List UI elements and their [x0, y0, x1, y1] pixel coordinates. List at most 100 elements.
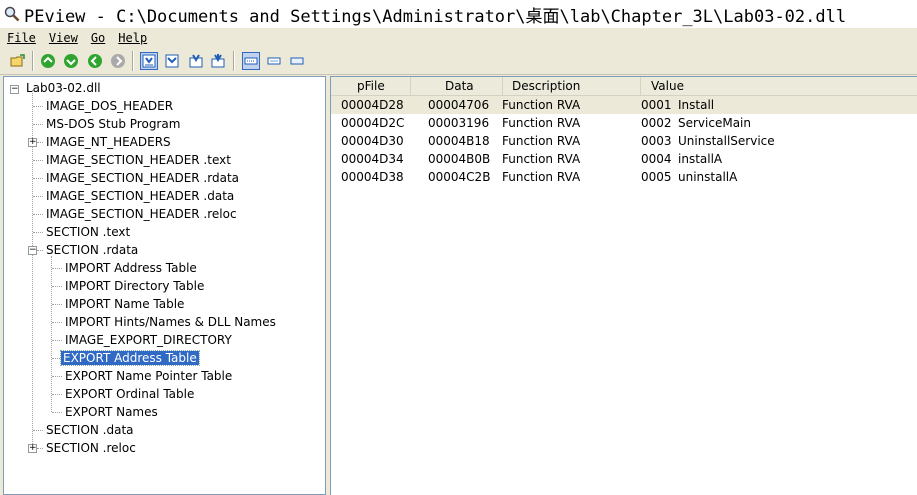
tree-guide — [52, 286, 62, 287]
tree-item-section-header-text[interactable]: IMAGE_SECTION_HEADER .text — [44, 151, 233, 169]
tree-item-export-address-table[interactable]: EXPORT Address Table — [60, 349, 200, 367]
column-header-label: Description — [512, 79, 581, 93]
cell-name: uninstallA — [678, 170, 738, 184]
tree-guide — [33, 160, 43, 161]
table-row[interactable]: 00004D30 00004B18 Function RVA 0003 Unin… — [331, 132, 917, 150]
tree-item-export-names[interactable]: EXPORT Names — [63, 403, 160, 421]
tree-item-label: SECTION .text — [46, 225, 131, 239]
cell-pfile: 00004D38 — [341, 170, 404, 184]
table-row[interactable]: 00004D28 00004706 Function RVA 0001 Inst… — [331, 96, 917, 114]
column-header-label: pFile — [357, 79, 385, 93]
cell-name: Install — [678, 98, 715, 112]
cell-description: Function RVA — [502, 170, 581, 184]
down-icon[interactable] — [62, 52, 80, 70]
tree-guide — [52, 412, 62, 413]
menu-file[interactable]: File — [7, 31, 36, 45]
menu-go-label: Go — [90, 31, 106, 45]
table-row[interactable]: 00004D34 00004B0B Function RVA 0004 inst… — [331, 150, 917, 168]
toolbar-separator — [132, 51, 134, 71]
cell-description: Function RVA — [502, 134, 581, 148]
collapse-icon[interactable]: − — [10, 85, 19, 94]
column-header-data[interactable]: Data — [411, 77, 503, 95]
tree-item-section-reloc[interactable]: SECTION .reloc — [44, 439, 138, 457]
table-row[interactable]: 00004D38 00004C2B Function RVA 0005 unin… — [331, 168, 917, 186]
menu-go[interactable]: Go — [91, 31, 105, 45]
menu-help-label: Help — [118, 31, 148, 45]
tree-guide — [52, 304, 62, 305]
expand-icon[interactable]: + — [28, 444, 37, 453]
tree-guide — [33, 124, 43, 125]
menu-view[interactable]: View — [49, 31, 78, 45]
column-header-value[interactable]: Value — [641, 77, 917, 95]
view-byte-icon[interactable] — [140, 52, 158, 70]
view-dword-icon[interactable] — [187, 52, 205, 70]
tree-guide — [33, 214, 43, 215]
cell-data: 00004B0B — [428, 152, 491, 166]
tree-item-label: IMPORT Directory Table — [65, 279, 205, 293]
view-text-icon[interactable] — [288, 52, 306, 70]
cell-name: UninstallService — [678, 134, 775, 148]
tree-item-import-name-table[interactable]: IMPORT Name Table — [63, 295, 186, 313]
window-title: PEview - C:\Documents and Settings\Admin… — [24, 6, 847, 27]
menu-bar: File View Go Help — [0, 28, 917, 48]
cell-pfile: 00004D28 — [341, 98, 404, 112]
tree-item-section-header-rdata[interactable]: IMAGE_SECTION_HEADER .rdata — [44, 169, 241, 187]
cell-description: Function RVA — [502, 98, 581, 112]
tree-item-import-hints-names[interactable]: IMPORT Hints/Names & DLL Names — [63, 313, 278, 331]
column-header-pfile[interactable]: pFile — [331, 77, 411, 95]
menu-help[interactable]: Help — [118, 31, 147, 45]
tree-item-label: EXPORT Address Table — [60, 350, 200, 366]
cell-ordinal: 0001 — [641, 98, 672, 112]
tree-item-import-address-table[interactable]: IMPORT Address Table — [63, 259, 199, 277]
data-pane[interactable]: pFile Data Description Value 00004D28 00… — [330, 76, 917, 495]
tree-item-section-data[interactable]: SECTION .data — [44, 421, 136, 439]
tree-item-section-header-data[interactable]: IMAGE_SECTION_HEADER .data — [44, 187, 236, 205]
toolbar — [0, 48, 917, 75]
cell-ordinal: 0003 — [641, 134, 672, 148]
view-list-icon[interactable] — [242, 52, 260, 70]
tree-item-section-rdata[interactable]: SECTION .rdata — [44, 241, 140, 259]
cell-name: installA — [678, 152, 723, 166]
up-icon[interactable] — [39, 52, 57, 70]
cell-data: 00004B18 — [428, 134, 490, 148]
tree-guide — [52, 376, 62, 377]
tree-guide — [33, 232, 43, 233]
tree-item-export-ordinal-table[interactable]: EXPORT Ordinal Table — [63, 385, 196, 403]
collapse-icon[interactable]: − — [28, 246, 37, 255]
view-word-icon[interactable] — [163, 52, 181, 70]
tree-item-image-dos-header[interactable]: IMAGE_DOS_HEADER — [44, 97, 175, 115]
tree-item-export-name-pointer-table[interactable]: EXPORT Name Pointer Table — [63, 367, 234, 385]
tree-item-label: IMAGE_SECTION_HEADER .rdata — [46, 171, 239, 185]
tree-item-section-header-reloc[interactable]: IMAGE_SECTION_HEADER .reloc — [44, 205, 239, 223]
tree-item-label: SECTION .reloc — [46, 441, 136, 455]
open-folder-icon[interactable] — [9, 52, 27, 70]
column-header-label: Data — [445, 79, 474, 93]
column-header-description[interactable]: Description — [503, 77, 641, 95]
cell-description: Function RVA — [502, 152, 581, 166]
tree-item-label: IMAGE_SECTION_HEADER .data — [46, 189, 235, 203]
table-row[interactable]: 00004D2C 00003196 Function RVA 0002 Serv… — [331, 114, 917, 132]
title-bar: PEview - C:\Documents and Settings\Admin… — [0, 0, 917, 28]
view-qword-icon[interactable] — [209, 52, 227, 70]
expand-icon[interactable]: + — [28, 138, 37, 147]
tree-item-label: IMAGE_SECTION_HEADER .text — [46, 153, 231, 167]
tree-item-import-directory-table[interactable]: IMPORT Directory Table — [63, 277, 206, 295]
tree-guide — [33, 430, 43, 431]
tree-root[interactable]: Lab03-02.dll — [24, 79, 103, 97]
tree-item-ms-dos-stub[interactable]: MS-DOS Stub Program — [44, 115, 182, 133]
menu-file-label: File — [7, 31, 36, 45]
forward-icon[interactable] — [109, 52, 127, 70]
tree-item-image-export-directory[interactable]: IMAGE_EXPORT_DIRECTORY — [63, 331, 234, 349]
tree-item-label: EXPORT Ordinal Table — [65, 387, 195, 401]
toolbar-separator — [233, 51, 235, 71]
tree-item-image-nt-headers[interactable]: IMAGE_NT_HEADERS — [44, 133, 173, 151]
cell-ordinal: 0002 — [641, 116, 672, 130]
tree-item-section-text[interactable]: SECTION .text — [44, 223, 132, 241]
back-icon[interactable] — [86, 52, 104, 70]
tree-item-label: MS-DOS Stub Program — [46, 117, 181, 131]
view-hex-icon[interactable] — [265, 52, 283, 70]
tree-pane[interactable]: − Lab03-02.dll IMAGE_DOS_HEADER MS-DOS S… — [3, 76, 326, 495]
tree-guide — [33, 178, 43, 179]
menu-view-label: View — [48, 31, 78, 45]
cell-name: ServiceMain — [678, 116, 751, 130]
